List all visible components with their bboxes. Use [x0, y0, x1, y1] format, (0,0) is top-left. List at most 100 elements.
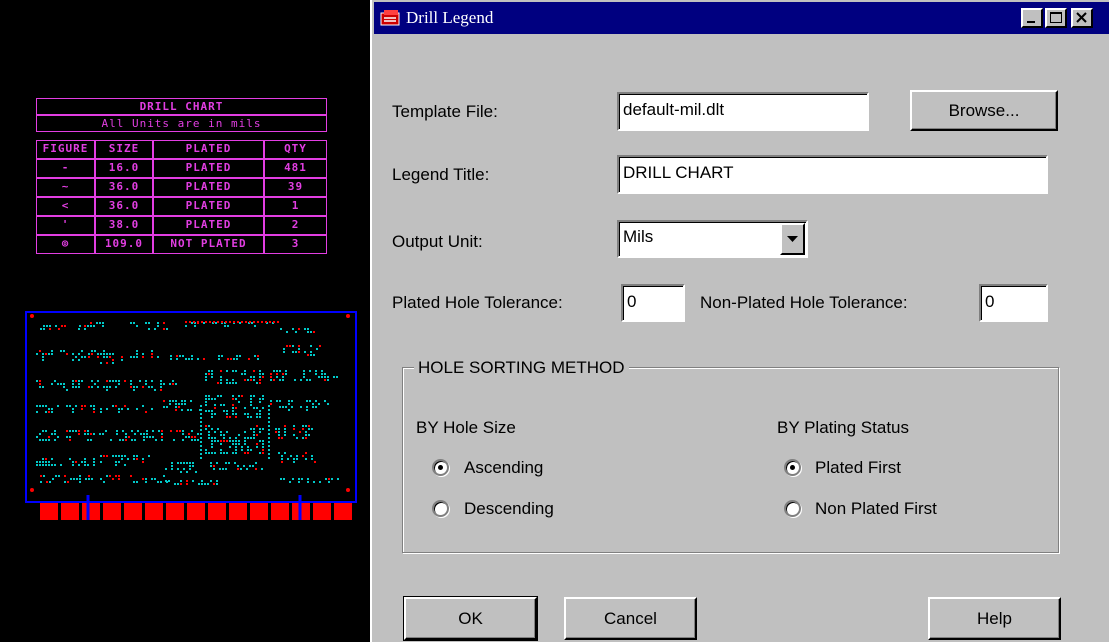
title-bar[interactable]: Drill Legend [374, 2, 1109, 34]
pcb-pad [279, 400, 281, 402]
pcb-pad [188, 358, 190, 360]
descending-label[interactable]: Descending [464, 499, 554, 519]
pcb-pad [284, 452, 286, 454]
pcb-pad [160, 386, 162, 388]
pcb-pad [40, 475, 42, 477]
pcb-pad [325, 478, 327, 480]
pcb-pad [282, 379, 284, 381]
pcb-pad [328, 481, 330, 483]
pcb-pad [70, 478, 72, 480]
pcb-pad [142, 478, 144, 480]
nonplated-tolerance-label: Non-Plated Hole Tolerance: [700, 293, 908, 312]
pcb-pad [201, 480, 203, 482]
via [221, 321, 223, 323]
pcb-pad [224, 325, 226, 327]
pcb-pad [57, 383, 59, 385]
pcb-pad [165, 468, 167, 470]
pcb-pad [48, 461, 50, 463]
minimize-button[interactable] [1021, 8, 1043, 28]
close-button[interactable] [1071, 8, 1093, 28]
browse-button[interactable]: Browse... [910, 90, 1058, 131]
pcb-pad [97, 380, 99, 382]
ok-button[interactable]: OK [403, 596, 538, 641]
output-unit-select[interactable]: Mils [617, 220, 808, 258]
pcb-pad [161, 439, 163, 441]
pcb-pad [157, 356, 159, 358]
pcb-pad [228, 462, 230, 464]
pcb-pad [172, 400, 174, 402]
pcb-pad [45, 439, 47, 441]
pcb-pad [223, 452, 225, 454]
pcb-pad [118, 475, 120, 477]
pcb-pad [229, 440, 231, 442]
pcb-pad [69, 436, 71, 438]
pcb-pad [226, 452, 228, 454]
pcb-pad [291, 406, 293, 408]
plated-first-radio[interactable] [784, 459, 801, 476]
pcb-pad [131, 439, 133, 441]
non-plated-first-radio[interactable] [784, 500, 801, 517]
pcb-pad [69, 439, 71, 441]
cancel-button[interactable]: Cancel [564, 597, 697, 640]
pcb-pad [42, 359, 44, 361]
pcb-pad [315, 373, 317, 375]
pcb-pad [220, 404, 222, 406]
plated-tolerance-input[interactable]: 0 [621, 284, 685, 322]
pcb-pad [45, 353, 47, 355]
pcb-pad [200, 413, 202, 415]
pcb-pad [60, 350, 62, 352]
pcb-pad [259, 370, 261, 372]
pcb-pad [93, 458, 95, 460]
pcb-pad [51, 353, 53, 355]
plated-first-label[interactable]: Plated First [815, 458, 901, 478]
pcb-pad [67, 481, 69, 483]
via [237, 321, 239, 323]
dropdown-button[interactable] [780, 223, 805, 255]
pcb-pad [75, 380, 77, 382]
pcb-pad [283, 478, 285, 480]
pcb-pad [217, 440, 219, 442]
help-button[interactable]: Help [928, 597, 1061, 640]
descending-radio[interactable] [432, 500, 449, 517]
pcb-pad [254, 325, 256, 327]
pcb-pad [133, 389, 135, 391]
pcb-canvas[interactable]: DRILL CHART All Units are in mils FIGURE… [0, 0, 370, 642]
pcb-pad [72, 380, 74, 382]
pcb-pad [214, 437, 216, 439]
pcb-pad [115, 405, 117, 407]
pcb-pad [276, 370, 278, 372]
template-file-input[interactable]: default-mil.dlt [617, 92, 869, 131]
pcb-pad [298, 478, 300, 480]
pcb-pad [216, 462, 218, 464]
maximize-button[interactable] [1045, 8, 1067, 28]
pcb-pad [99, 322, 101, 324]
pcb-pad [160, 383, 162, 385]
non-plated-first-label[interactable]: Non Plated First [815, 499, 937, 519]
pcb-pad [303, 376, 305, 378]
pcb-pad [142, 458, 144, 460]
pcb-pad [136, 455, 138, 457]
pcb-pad [220, 452, 222, 454]
pcb-pad [250, 379, 252, 381]
pcb-pad [133, 458, 135, 460]
pcb-pad [220, 443, 222, 445]
pcb-pad [81, 461, 83, 463]
pcb-pad [319, 345, 321, 347]
pcb-pad [211, 416, 213, 418]
ascending-label[interactable]: Ascending [464, 458, 543, 478]
pcb-pad [51, 464, 53, 466]
pcb-pad [54, 430, 56, 432]
nonplated-tolerance-input[interactable]: 0 [979, 284, 1048, 322]
pcb-pad [43, 325, 45, 327]
pcb-pad [270, 403, 272, 405]
ascending-radio[interactable] [432, 459, 449, 476]
legend-title-input[interactable]: DRILL CHART [617, 155, 1048, 194]
pcb-pad [238, 401, 240, 403]
pcb-pad [253, 379, 255, 381]
pcb-pad [307, 478, 309, 480]
pcb-pad [208, 452, 210, 454]
pcb-pad [176, 430, 178, 432]
pcb-pad [268, 457, 270, 459]
pcb-pad [191, 430, 193, 432]
pcb-pad [57, 405, 59, 407]
